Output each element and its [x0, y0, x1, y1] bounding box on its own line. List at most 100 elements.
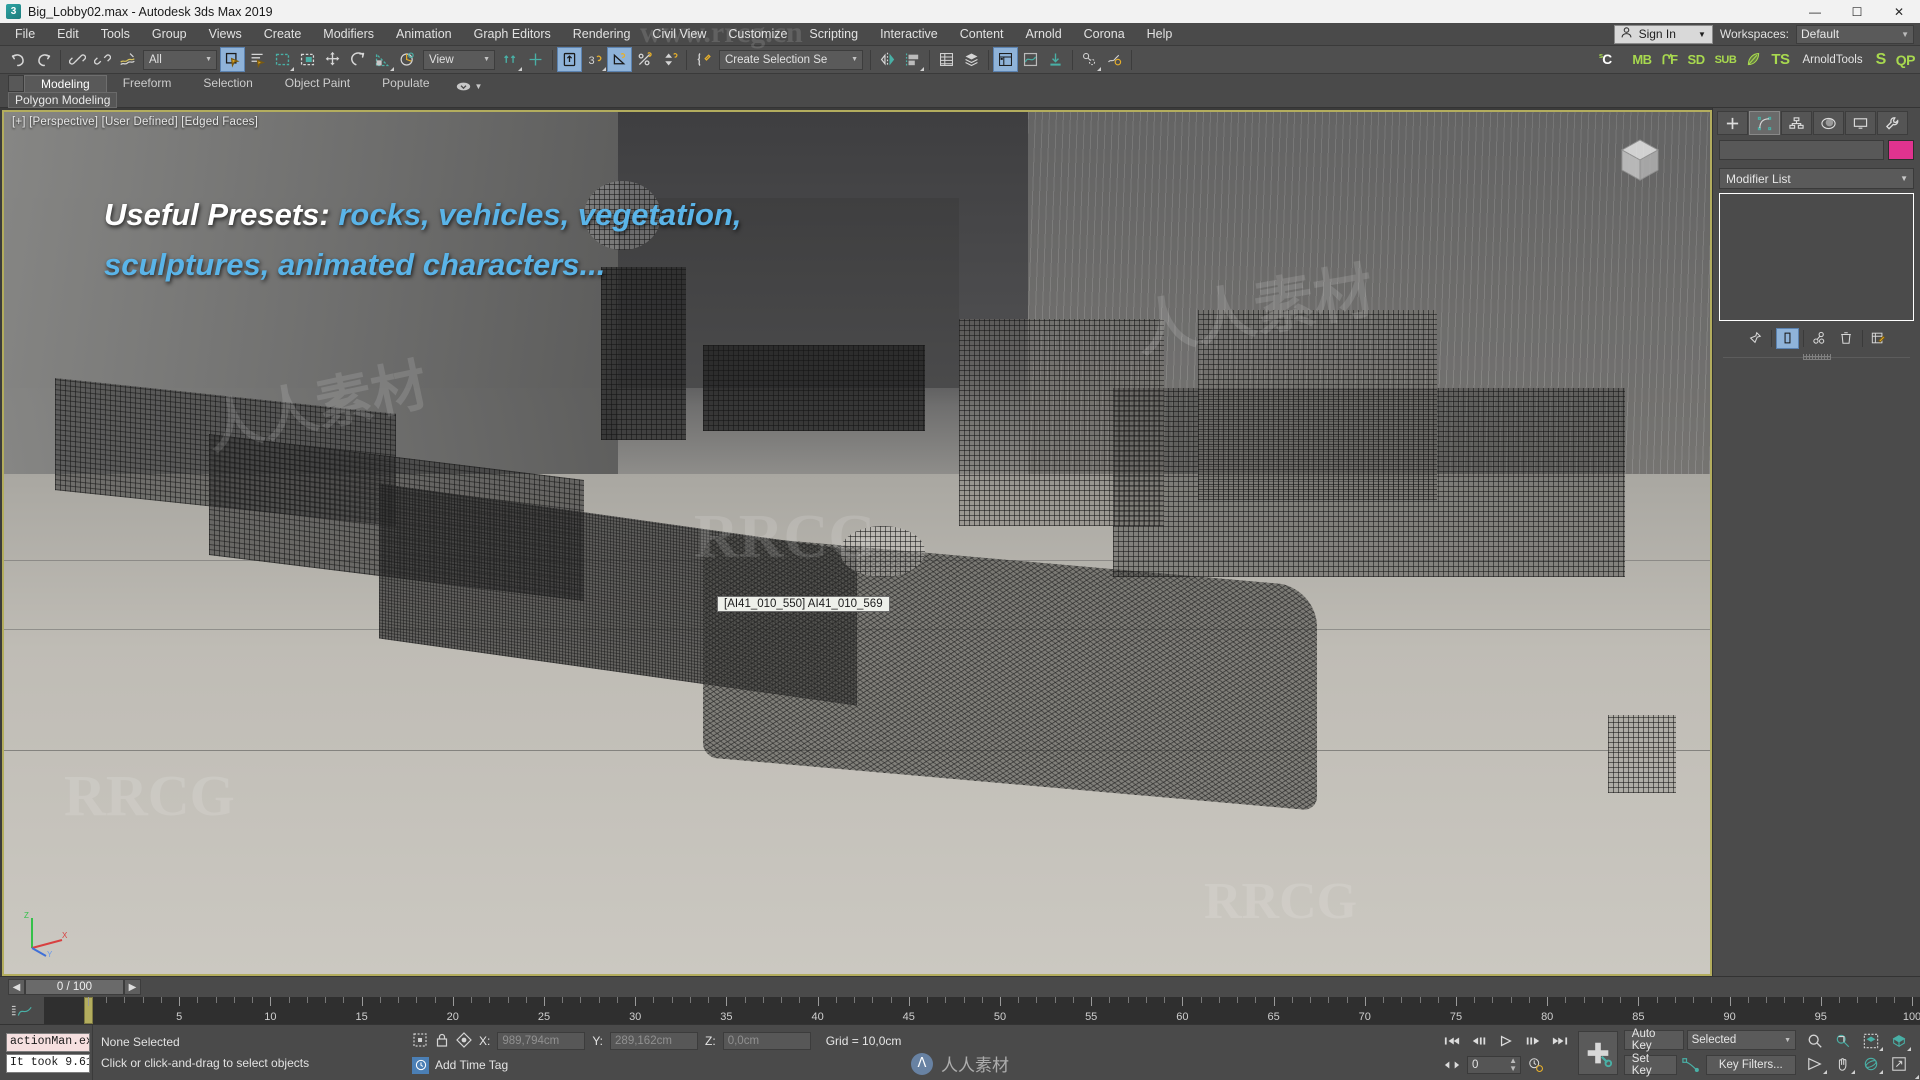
menu-scripting[interactable]: Scripting: [798, 24, 869, 44]
menu-help[interactable]: Help: [1136, 24, 1184, 44]
unlink-selection-icon[interactable]: [90, 47, 115, 72]
timeline-ruler[interactable]: 5 10 15 20 25 30 35 40 45 50 55 60 65 70 75 80 85 90 95 100: [44, 997, 1920, 1024]
add-time-tag-row[interactable]: Add Time Tag: [412, 1056, 1440, 1074]
snaps-toggle-icon[interactable]: 3: [582, 47, 607, 72]
use-selection-center-icon[interactable]: [523, 47, 548, 72]
menu-modifiers[interactable]: Modifiers: [312, 24, 385, 44]
zoom-all-icon[interactable]: [1830, 1031, 1856, 1052]
spinner-arrows-icon[interactable]: ▲ ▼: [1509, 1056, 1517, 1073]
show-end-result-icon[interactable]: [1775, 327, 1799, 349]
menu-interactive[interactable]: Interactive: [869, 24, 949, 44]
default-in-out-tangents-icon[interactable]: [1680, 1056, 1919, 1079]
selection-filter-select[interactable]: All ▼: [143, 49, 217, 70]
viewport-label[interactable]: [+] [Perspective] [User Defined] [Edged …: [12, 116, 258, 128]
menu-corona[interactable]: Corona: [1073, 24, 1136, 44]
auto-key-button[interactable]: Auto Key: [1623, 1028, 1684, 1052]
plugin-sd-icon[interactable]: SD: [1683, 52, 1710, 67]
sign-in-button[interactable]: Sign In ▼: [1613, 24, 1713, 44]
make-unique-icon[interactable]: [1808, 328, 1831, 349]
plugin-sc-icon[interactable]: sC: [1593, 48, 1627, 71]
perspective-viewport[interactable]: Z X Y [+] [Perspective] [User Defined] […: [2, 110, 1712, 976]
layer-explorer-icon[interactable]: [934, 47, 959, 72]
reference-coordinate-select[interactable]: View ▼: [423, 49, 495, 70]
workspace-select[interactable]: Default ▼: [1796, 24, 1914, 44]
view-cube[interactable]: [1612, 132, 1668, 188]
lock-icon[interactable]: [435, 1032, 449, 1051]
display-tab[interactable]: [1845, 111, 1876, 135]
use-pivot-point-center-icon[interactable]: [498, 47, 523, 72]
menu-animation[interactable]: Animation: [385, 24, 463, 44]
hierarchy-tab[interactable]: [1781, 111, 1812, 135]
ribbon-tab-selection[interactable]: Selection: [187, 75, 268, 92]
select-and-scale-icon[interactable]: [370, 47, 395, 72]
plugin-s-icon[interactable]: S: [1871, 51, 1891, 69]
spinner-snap-toggle-icon[interactable]: [657, 47, 682, 72]
mirror-icon[interactable]: [875, 47, 900, 72]
menu-tools[interactable]: Tools: [90, 24, 141, 44]
menu-create[interactable]: Create: [253, 24, 313, 44]
leaf-icon[interactable]: [1741, 47, 1766, 72]
track-bar-open-mini-curve-editor-icon[interactable]: [0, 997, 44, 1024]
render-setup-icon[interactable]: [1102, 47, 1127, 72]
plugin-forestpack-icon[interactable]: Ր̕F: [1657, 52, 1683, 68]
menu-arnold[interactable]: Arnold: [1015, 24, 1073, 44]
angle-snap-toggle-icon[interactable]: [607, 47, 632, 72]
key-filters-button[interactable]: Key Filters...: [1705, 1055, 1796, 1075]
plugin-sub-icon[interactable]: SUB: [1710, 54, 1742, 66]
menu-edit[interactable]: Edit: [46, 24, 90, 44]
next-frame-button[interactable]: ▶: [124, 979, 141, 995]
named-selection-sets-select[interactable]: Create Selection Se ▼: [719, 49, 863, 70]
frame-display-field[interactable]: 0 / 100: [25, 979, 124, 995]
previous-frame-button[interactable]: ◀: [8, 979, 25, 995]
pin-stack-icon[interactable]: [1744, 328, 1767, 349]
minimize-button[interactable]: —: [1794, 0, 1836, 23]
plugin-qp-icon[interactable]: QP: [1891, 52, 1920, 68]
select-and-link-icon[interactable]: [65, 47, 90, 72]
arnold-tools-label[interactable]: ArnoldTools: [1795, 54, 1871, 66]
ribbon-tab-freeform[interactable]: Freeform: [107, 75, 188, 92]
maxscript-output-line[interactable]: It took 9.61: [6, 1053, 90, 1073]
ribbon-options-button[interactable]: ▼: [456, 81, 482, 92]
maxscript-input-line[interactable]: actionMan.ex: [6, 1032, 90, 1052]
plugin-mb-icon[interactable]: MB: [1627, 52, 1656, 67]
previous-frame-icon[interactable]: [1467, 1031, 1491, 1050]
coord-y-field[interactable]: 289,162cm: [610, 1032, 699, 1050]
menu-rendering[interactable]: Rendering: [562, 24, 642, 44]
plugin-ts-icon[interactable]: TS: [1766, 51, 1794, 68]
select-and-place-icon[interactable]: [395, 47, 420, 72]
selection-lock-toggle-icon[interactable]: [412, 1032, 428, 1051]
motion-tab[interactable]: [1813, 111, 1844, 135]
schematic-view-icon[interactable]: [1043, 47, 1068, 72]
align-icon[interactable]: [900, 47, 925, 72]
create-tab[interactable]: [1717, 111, 1748, 135]
menu-customize[interactable]: Customize: [717, 24, 798, 44]
select-and-manipulate-icon[interactable]: [557, 47, 582, 72]
menu-file[interactable]: File: [4, 24, 46, 44]
time-configuration-icon[interactable]: [1524, 1055, 1548, 1074]
redo-icon[interactable]: [31, 47, 56, 72]
ribbon-tab-object-paint[interactable]: Object Paint: [269, 75, 366, 92]
coord-x-field[interactable]: 989,794cm: [497, 1032, 586, 1050]
utilities-tab[interactable]: [1877, 111, 1908, 135]
menu-civil-view[interactable]: Civil View: [641, 24, 717, 44]
zoom-extents-icon[interactable]: [1858, 1031, 1884, 1052]
set-key-big-button[interactable]: [1578, 1030, 1618, 1075]
select-and-move-icon[interactable]: [320, 47, 345, 72]
material-editor-icon[interactable]: [1077, 47, 1102, 72]
edit-named-selection-sets-icon[interactable]: [691, 47, 716, 72]
scene-explorer-icon[interactable]: [993, 47, 1018, 72]
menu-views[interactable]: Views: [198, 24, 253, 44]
percent-snap-toggle-icon[interactable]: [632, 47, 657, 72]
panel-resize-handle[interactable]: [1723, 357, 1910, 358]
set-key-button[interactable]: Set Key: [1623, 1053, 1678, 1077]
menu-content[interactable]: Content: [949, 24, 1015, 44]
coord-z-field[interactable]: 0,0cm: [722, 1032, 811, 1050]
zoom-icon[interactable]: [1802, 1031, 1828, 1052]
ribbon-tab-modeling[interactable]: Modeling: [24, 75, 107, 92]
key-mode-toggle-icon[interactable]: [1440, 1055, 1464, 1074]
polygon-modeling-panel-label[interactable]: Polygon Modeling: [8, 91, 118, 108]
ribbon-drag-handle[interactable]: [8, 75, 24, 92]
select-and-rotate-icon[interactable]: [345, 47, 370, 72]
go-to-end-icon[interactable]: [1548, 1031, 1572, 1050]
menu-graph-editors[interactable]: Graph Editors: [463, 24, 562, 44]
